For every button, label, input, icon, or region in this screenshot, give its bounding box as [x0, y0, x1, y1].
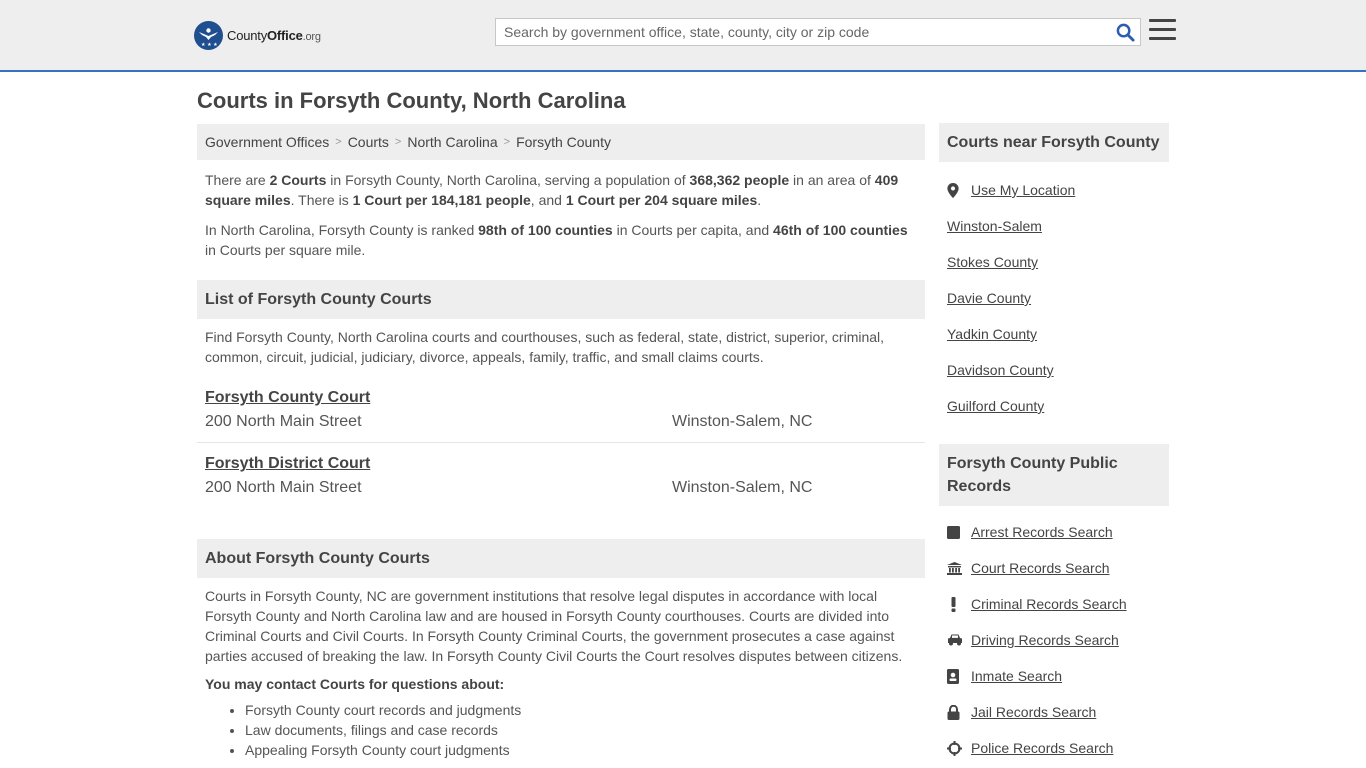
- nearby-link-winston-salem[interactable]: Winston-Salem: [947, 218, 1042, 234]
- records-item: Criminal Records Search: [947, 586, 1161, 622]
- use-my-location-link[interactable]: Use My Location: [971, 182, 1075, 198]
- sidebar: Courts near Forsyth County Use My Locati…: [939, 123, 1169, 766]
- nearby-link-guilford-county[interactable]: Guilford County: [947, 398, 1044, 414]
- list-item: Forsyth County court records and judgmen…: [245, 700, 925, 720]
- records-item: Jail Records Search: [947, 694, 1161, 730]
- about-section-text: Courts in Forsyth County, NC are governm…: [205, 588, 903, 664]
- records-item: Court Records Search: [947, 550, 1161, 586]
- court-city: Winston-Salem, NC: [672, 479, 813, 496]
- breadcrumb: Government Offices > Courts > North Caro…: [197, 124, 925, 160]
- lock-icon: [947, 704, 971, 720]
- nearby-link-stokes-county[interactable]: Stokes County: [947, 254, 1038, 270]
- contact-heading: You may contact Courts for questions abo…: [205, 676, 505, 692]
- main-content: Government Offices > Courts > North Caro…: [197, 124, 925, 760]
- court-records-link[interactable]: Court Records Search: [971, 560, 1110, 576]
- public-records-title: Forsyth County Public Records: [939, 444, 1169, 506]
- site-logo[interactable]: ★ ★ ★ CountyOffice.org: [194, 20, 321, 50]
- intro-paragraph-ranking: In North Carolina, Forsyth County is ran…: [205, 222, 908, 258]
- criminal-records-link[interactable]: Criminal Records Search: [971, 596, 1127, 612]
- court-city: Winston-Salem, NC: [672, 413, 813, 430]
- use-location-item: Use My Location: [947, 172, 1161, 208]
- courthouse-icon: [947, 561, 971, 575]
- nearby-courts-title: Courts near Forsyth County: [939, 123, 1169, 162]
- nearby-item: Winston-Salem: [947, 208, 1161, 244]
- court-name-link[interactable]: Forsyth County Court: [205, 389, 370, 407]
- police-records-link[interactable]: Police Records Search: [971, 740, 1113, 756]
- chevron-right-icon: >: [503, 136, 511, 148]
- breadcrumb-north-carolina[interactable]: North Carolina: [407, 134, 497, 150]
- jail-records-link[interactable]: Jail Records Search: [971, 704, 1096, 720]
- hamburger-icon-bar: [1149, 37, 1176, 40]
- square-icon: [947, 525, 971, 539]
- menu-button[interactable]: [1149, 19, 1176, 43]
- hamburger-icon-bar: [1149, 28, 1176, 31]
- records-item: Driving Records Search: [947, 622, 1161, 658]
- breadcrumb-forsyth-county[interactable]: Forsyth County: [516, 134, 611, 150]
- nearby-courts-list: Use My Location Winston-Salem Stokes Cou…: [939, 172, 1169, 424]
- search-icon: [1116, 23, 1135, 42]
- id-card-icon: [947, 668, 971, 684]
- search-button[interactable]: [1110, 19, 1140, 45]
- contact-topics-list: Forsyth County court records and judgmen…: [197, 700, 925, 760]
- records-item: Inmate Search: [947, 658, 1161, 694]
- records-item: Arrest Records Search: [947, 514, 1161, 550]
- arrest-records-link[interactable]: Arrest Records Search: [971, 524, 1113, 540]
- court-address: 200 North Main Street: [205, 479, 362, 496]
- court-list-item: Forsyth County Court 200 North Main Stre…: [197, 377, 925, 442]
- list-item: Appealing Forsyth County court judgments: [245, 740, 925, 760]
- car-icon: [947, 634, 971, 646]
- nearby-item: Stokes County: [947, 244, 1161, 280]
- list-item: Law documents, filings and case records: [245, 720, 925, 740]
- search-input[interactable]: [496, 19, 1110, 45]
- nearby-link-yadkin-county[interactable]: Yadkin County: [947, 326, 1037, 342]
- chevron-right-icon: >: [394, 136, 402, 148]
- driving-records-link[interactable]: Driving Records Search: [971, 632, 1119, 648]
- nearby-link-davie-county[interactable]: Davie County: [947, 290, 1031, 306]
- hamburger-icon-bar: [1149, 19, 1176, 22]
- intro-paragraph-stats: There are 2 Courts in Forsyth County, No…: [205, 172, 899, 208]
- logo-wordmark: CountyOffice.org: [227, 27, 321, 43]
- crosshair-icon: [947, 740, 971, 756]
- nearby-item: Davidson County: [947, 352, 1161, 388]
- nearby-item: Guilford County: [947, 388, 1161, 424]
- page-title: Courts in Forsyth County, North Carolina: [197, 88, 626, 113]
- site-header: ★ ★ ★ CountyOffice.org: [0, 0, 1366, 72]
- inmate-search-link[interactable]: Inmate Search: [971, 668, 1062, 684]
- public-records-list: Arrest Records Search Court Records Sear…: [939, 514, 1169, 766]
- nearby-link-davidson-county[interactable]: Davidson County: [947, 362, 1054, 378]
- court-name-link[interactable]: Forsyth District Court: [205, 455, 370, 473]
- map-pin-icon: [947, 182, 971, 198]
- court-list: Forsyth County Court 200 North Main Stre…: [197, 377, 925, 507]
- court-address: 200 North Main Street: [205, 413, 362, 430]
- chevron-right-icon: >: [335, 136, 342, 148]
- records-item: Police Records Search: [947, 730, 1161, 766]
- nearby-item: Davie County: [947, 280, 1161, 316]
- breadcrumb-government-offices[interactable]: Government Offices: [205, 134, 329, 150]
- about-section-title: About Forsyth County Courts: [197, 539, 925, 578]
- nearby-item: Yadkin County: [947, 316, 1161, 352]
- svg-text:★ ★ ★: ★ ★ ★: [201, 42, 218, 48]
- exclamation-icon: [947, 596, 971, 612]
- eagle-logo-icon: ★ ★ ★: [194, 20, 223, 50]
- breadcrumb-courts[interactable]: Courts: [348, 134, 389, 150]
- list-section-title: List of Forsyth County Courts: [197, 280, 925, 319]
- search-bar: [495, 18, 1141, 46]
- court-list-item: Forsyth District Court 200 North Main St…: [197, 442, 925, 507]
- list-section-description: Find Forsyth County, North Carolina cour…: [205, 329, 885, 365]
